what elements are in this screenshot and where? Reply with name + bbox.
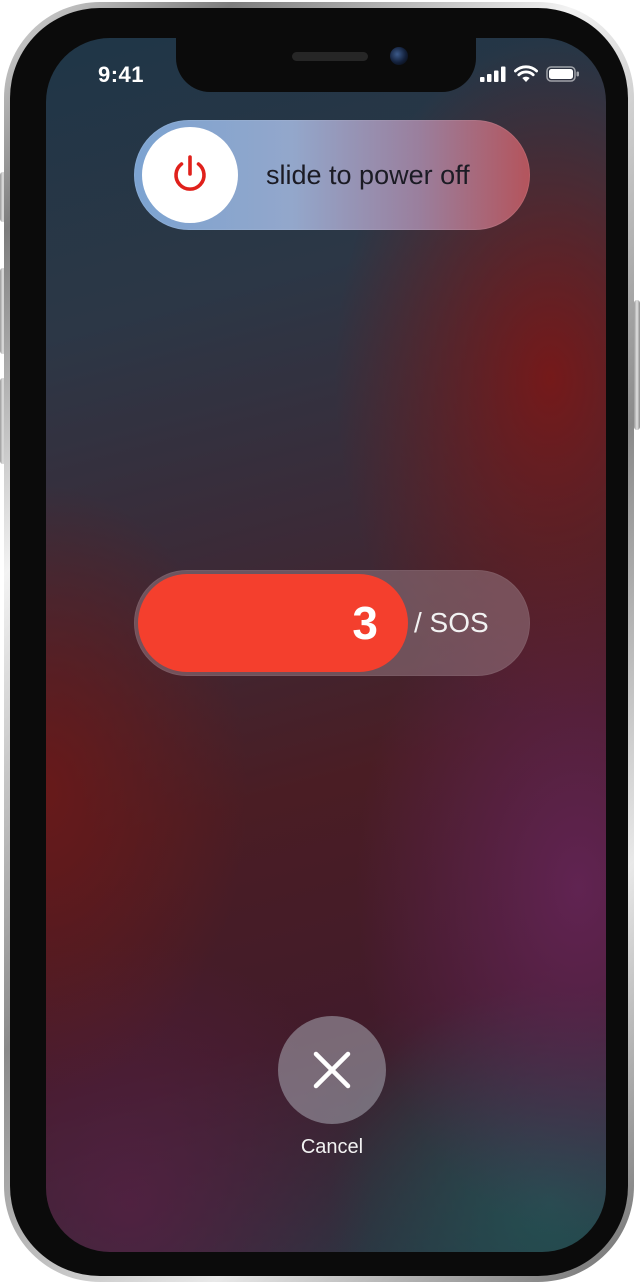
emergency-sos-slider[interactable]: / SOS 3 — [134, 570, 530, 676]
front-camera — [390, 47, 408, 65]
wifi-icon — [514, 65, 538, 82]
notch — [176, 38, 476, 92]
cancel-button[interactable] — [278, 1016, 386, 1124]
screen: 9:41 slide to power off / SOS 3 Cancel — [46, 38, 606, 1252]
sos-countdown: 3 — [352, 597, 378, 649]
sos-label: / SOS — [414, 607, 489, 638]
battery-icon — [546, 66, 579, 82]
cancel-label: Cancel — [300, 1136, 364, 1158]
device-mockup: 9:41 slide to power off / SOS 3 Cancel — [0, 0, 640, 1286]
phone-bezel: 9:41 slide to power off / SOS 3 Cancel — [10, 8, 628, 1276]
close-icon — [313, 1051, 351, 1089]
side-power-button — [634, 300, 640, 430]
status-icons — [480, 65, 580, 83]
power-icon — [174, 155, 206, 191]
sos-knob[interactable]: 3 — [138, 574, 408, 672]
power-off-slider[interactable]: slide to power off — [134, 120, 530, 230]
power-off-knob[interactable] — [142, 127, 238, 223]
power-off-label: slide to power off — [266, 160, 470, 190]
cellular-signal-icon — [480, 66, 506, 82]
phone-frame: 9:41 slide to power off / SOS 3 Cancel — [4, 2, 634, 1282]
status-time: 9:41 — [98, 62, 145, 87]
speaker-grille — [292, 52, 368, 61]
